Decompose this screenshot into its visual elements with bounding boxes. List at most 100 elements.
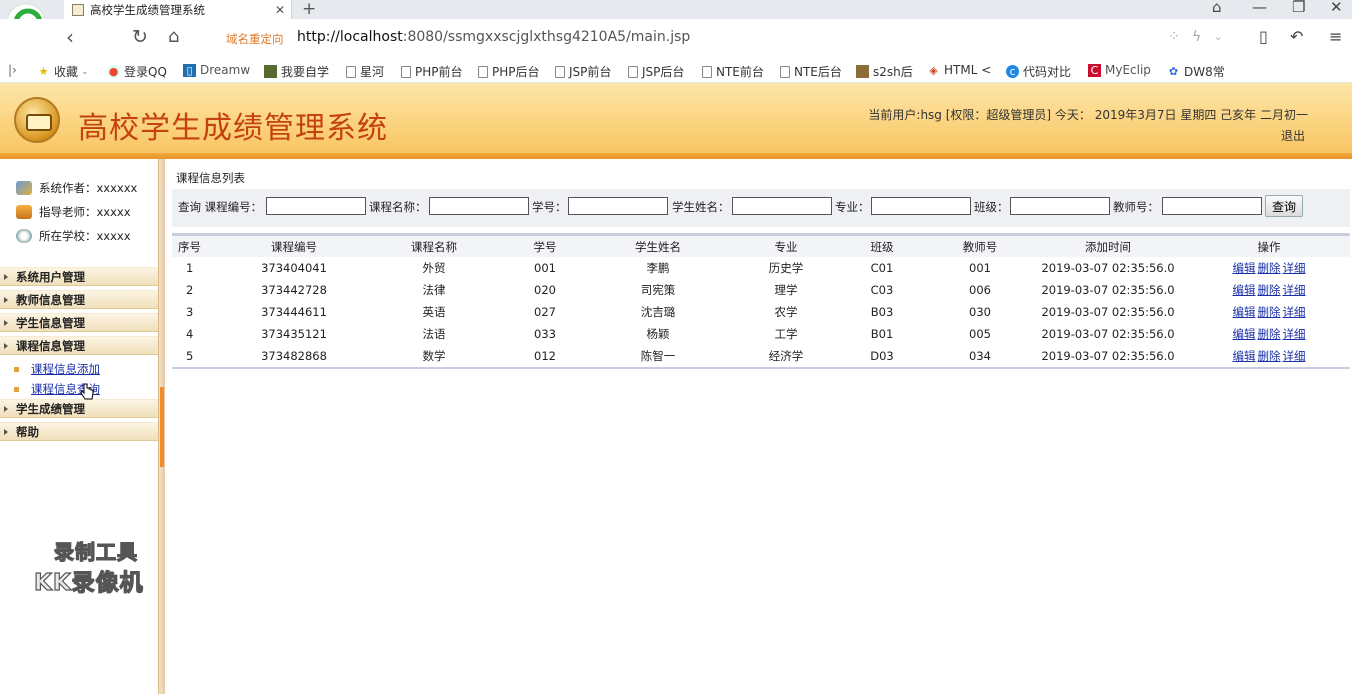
bookmark-dw8[interactable]: ✿ DW8常 — [1167, 63, 1225, 80]
teacher-id-label: 教师号： — [1113, 200, 1159, 214]
bookmark-nte-back[interactable]: NTE后台 — [780, 63, 842, 80]
bookmark-s2sh[interactable]: s2sh后 — [856, 63, 913, 80]
url-field[interactable]: http://localhost:8080/ssmgxxscjglxthsg42… — [297, 29, 690, 45]
chevron-down-icon[interactable]: ⌄ — [1214, 32, 1222, 43]
menu-course-info[interactable]: 课程信息管理 — [0, 336, 158, 355]
edit-link[interactable]: 编辑 — [1233, 283, 1256, 297]
delete-link[interactable]: 删除 — [1258, 327, 1281, 341]
detail-link[interactable]: 详细 — [1283, 327, 1306, 341]
delete-link[interactable]: 删除 — [1258, 283, 1281, 297]
menu-score-mgmt[interactable]: 学生成绩管理 — [0, 399, 158, 418]
student-id-input[interactable] — [568, 197, 668, 215]
menu-system-users[interactable]: 系统用户管理 — [0, 267, 158, 286]
bookmark-dreamweaver[interactable]: ▯ Dreamw — [183, 63, 250, 77]
table-cell: 005 — [969, 327, 991, 341]
course-code-input[interactable] — [266, 197, 366, 215]
address-bar: ‹ ↻ ⌂ 域名重定向 http://localhost:8080/ssmgxx… — [0, 19, 1352, 59]
globe-icon — [16, 229, 32, 243]
minimize-icon[interactable]: — — [1252, 0, 1267, 16]
bookmark-jsp-front[interactable]: JSP前台 — [555, 63, 611, 80]
document-icon — [401, 65, 411, 78]
new-tab-icon[interactable]: + — [302, 0, 316, 19]
grid-icon[interactable]: ⁘ — [1168, 29, 1180, 45]
query-button[interactable]: 查询 — [1265, 195, 1303, 217]
image-icon — [856, 65, 869, 78]
bookmark-favorites[interactable]: ★ 收藏 ⌄ — [37, 63, 89, 80]
window-close-icon[interactable]: ✕ — [1330, 0, 1343, 16]
col-header: 学生姓名 — [576, 236, 740, 257]
table-cell: C01 — [870, 261, 894, 275]
table-cell: B03 — [870, 305, 894, 319]
bookmark-jsp-back[interactable]: JSP后台 — [628, 63, 684, 80]
bookmark-nte-front[interactable]: NTE前台 — [702, 63, 764, 80]
expand-arrow-icon — [4, 343, 8, 349]
table-cell: 373482868 — [261, 349, 327, 363]
expand-arrow-icon — [4, 320, 8, 326]
bookmark-html[interactable]: ◈ HTML < — [927, 63, 991, 77]
row-actions: 编辑 删除 详细 — [1188, 279, 1350, 301]
submenu-course-add[interactable]: 课程信息添加 — [14, 361, 100, 377]
table-cell: B01 — [870, 327, 894, 341]
teacher-id-input[interactable] — [1162, 197, 1262, 215]
home-icon[interactable]: ⌂ — [168, 27, 179, 47]
edit-link[interactable]: 编辑 — [1233, 327, 1256, 341]
delete-link[interactable]: 删除 — [1258, 349, 1281, 363]
edit-link[interactable]: 编辑 — [1233, 261, 1256, 275]
dreamweaver-icon: ▯ — [183, 63, 196, 77]
bookmark-php-back[interactable]: PHP后台 — [478, 63, 540, 80]
delete-link[interactable]: 删除 — [1258, 261, 1281, 275]
bookmark-qq[interactable]: ● 登录QQ — [107, 63, 167, 80]
bookmark-code-diff[interactable]: c 代码对比 — [1006, 63, 1071, 80]
undo-icon[interactable]: ↶ — [1290, 27, 1303, 46]
menu-student-info[interactable]: 学生信息管理 — [0, 313, 158, 332]
detail-link[interactable]: 详细 — [1283, 305, 1306, 319]
major-input[interactable] — [871, 197, 971, 215]
redirect-label: 域名重定向 — [226, 32, 284, 46]
document-icon — [780, 65, 790, 78]
course-name-input[interactable] — [429, 197, 529, 215]
class-input[interactable] — [1010, 197, 1110, 215]
table-header-row: 序号 课程编号 课程名称 学号 学生姓名 专业 班级 教师号 添加时间 操作 — [172, 236, 1350, 257]
bookmark-myeclipse[interactable]: C MyEclip — [1088, 63, 1151, 77]
detail-link[interactable]: 详细 — [1283, 283, 1306, 297]
restore-icon[interactable]: ❐ — [1292, 0, 1305, 16]
section-title: 课程信息列表 — [176, 171, 245, 185]
table-cell: 历史学 — [768, 261, 804, 275]
edit-link[interactable]: 编辑 — [1233, 305, 1256, 319]
bookmark-xinghe[interactable]: 星河 — [346, 63, 384, 80]
menu-teacher-info[interactable]: 教师信息管理 — [0, 290, 158, 309]
sidebar-toggle-icon[interactable]: |› — [8, 63, 17, 77]
bookmark-self-study[interactable]: 我要自学 — [264, 63, 329, 80]
pin-icon[interactable]: ⌂ — [1212, 0, 1222, 16]
table-cell: 工学 — [774, 327, 798, 341]
table-cell: 1 — [186, 261, 194, 275]
url-host: http://localhost — [297, 29, 403, 45]
table-cell: 034 — [969, 349, 991, 363]
sidebar-splitter[interactable] — [158, 159, 165, 694]
table-row: 3 373444611 英语 027 沈吉璐 农学 B03 030 2019-03-07 02:… — [172, 301, 1350, 323]
table-cell: 3 — [186, 305, 194, 319]
tab-close-icon[interactable]: ✕ — [273, 3, 287, 17]
logout-link[interactable]: 退出 — [1281, 127, 1305, 144]
reload-icon[interactable]: ↻ — [132, 27, 148, 47]
bookmark-php-front[interactable]: PHP前台 — [401, 63, 463, 80]
col-header: 课程编号 — [234, 236, 354, 257]
lightning-icon[interactable]: ϟ — [1192, 29, 1201, 45]
menu-icon[interactable]: ≡ — [1329, 27, 1342, 46]
menu-help[interactable]: 帮助 — [0, 422, 158, 441]
table-cell: 英语 — [422, 305, 446, 319]
bookmark-icon[interactable]: ▯ — [1259, 27, 1268, 46]
delete-link[interactable]: 删除 — [1258, 305, 1281, 319]
row-actions: 编辑 删除 详细 — [1188, 323, 1350, 345]
student-id-label: 学号： — [532, 200, 567, 214]
back-icon[interactable]: ‹ — [66, 27, 74, 47]
detail-link[interactable]: 详细 — [1283, 349, 1306, 363]
splitter-handle[interactable] — [160, 387, 164, 467]
app-logo-icon — [14, 97, 60, 143]
table-cell: 373404041 — [261, 261, 327, 275]
student-name-input[interactable] — [732, 197, 832, 215]
edit-link[interactable]: 编辑 — [1233, 349, 1256, 363]
table-cell: 373444611 — [261, 305, 327, 319]
browser-tab[interactable]: 高校学生成绩管理系统 ✕ — [64, 0, 292, 19]
detail-link[interactable]: 详细 — [1283, 261, 1306, 275]
